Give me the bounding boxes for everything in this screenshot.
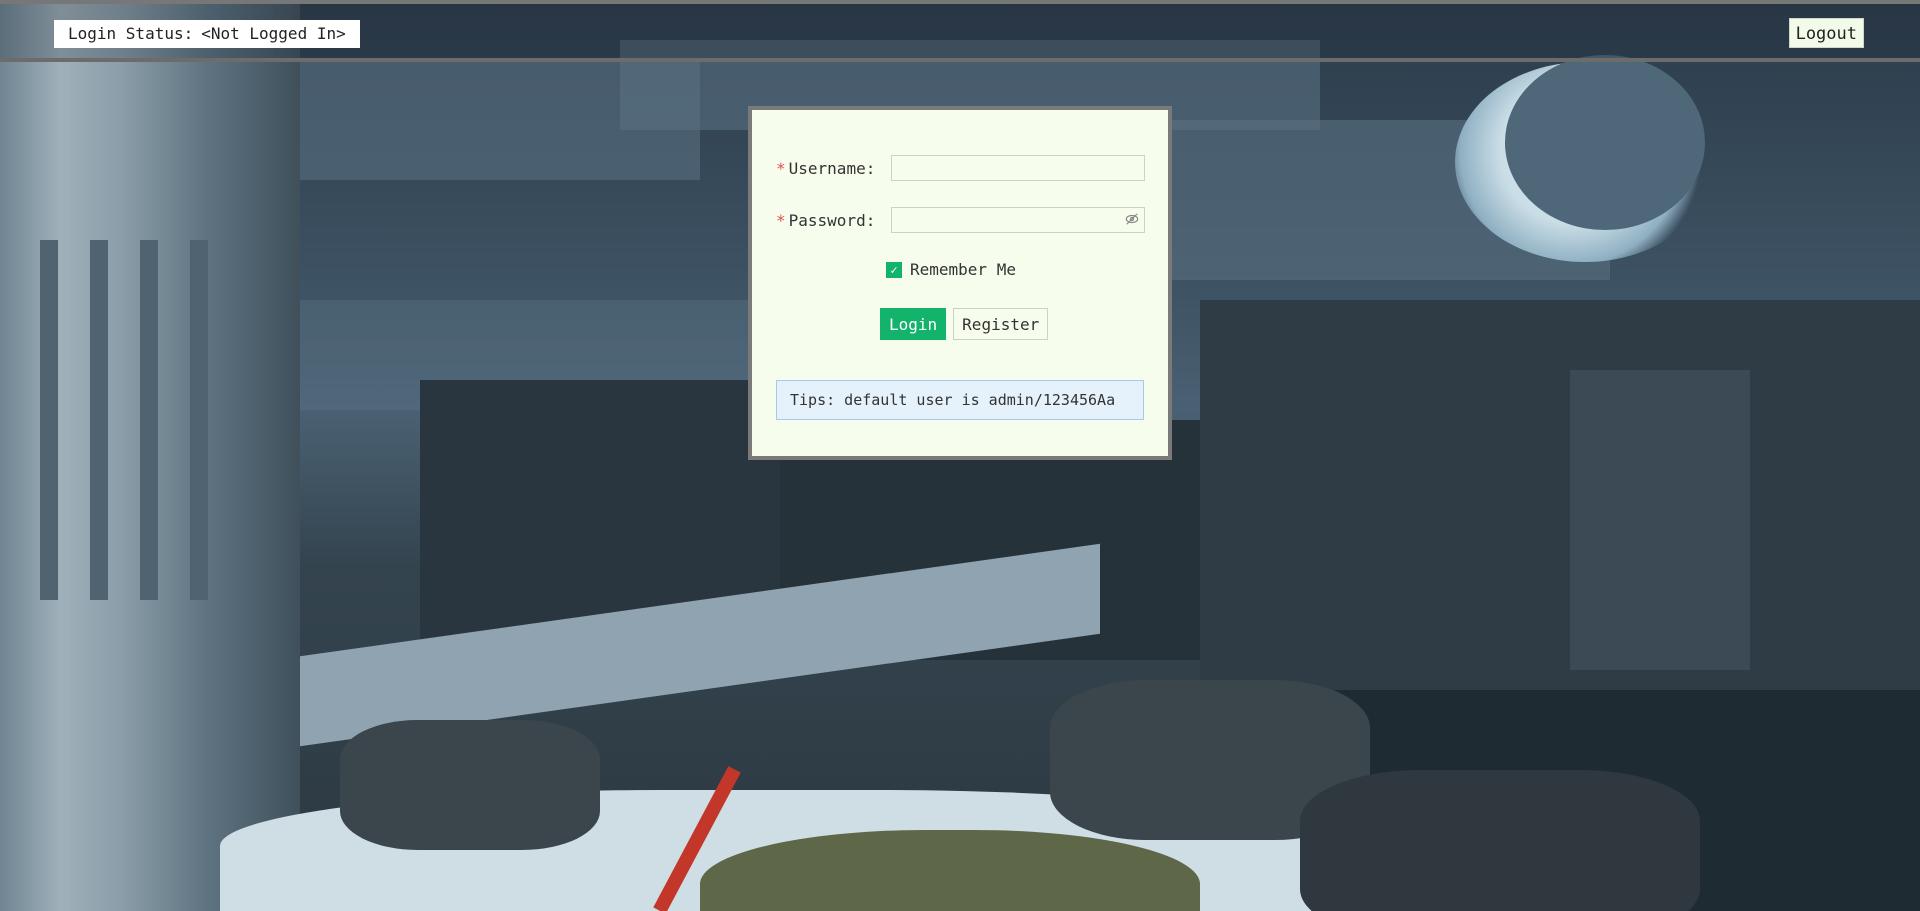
tower-column bbox=[90, 240, 108, 600]
rocks bbox=[340, 720, 600, 850]
password-field-wrap bbox=[890, 207, 1145, 233]
remember-label[interactable]: Remember Me bbox=[910, 260, 1016, 279]
password-input[interactable] bbox=[890, 207, 1145, 233]
eye-slash-icon[interactable] bbox=[1125, 212, 1139, 226]
check-icon: ✓ bbox=[890, 262, 898, 277]
required-marker: * bbox=[776, 210, 786, 230]
logout-button[interactable]: Logout bbox=[1788, 18, 1864, 48]
remember-me[interactable]: ✓ Remember Me bbox=[886, 260, 1016, 279]
tower-column bbox=[190, 240, 208, 600]
city-buildings bbox=[1200, 300, 1920, 700]
password-label: Password: bbox=[788, 210, 876, 230]
tower-column bbox=[40, 240, 58, 600]
remember-checkbox[interactable]: ✓ bbox=[886, 261, 902, 278]
tips-alert: Tips: default user is admin/123456Aa bbox=[776, 380, 1144, 420]
login-status-value: <Not Logged In> bbox=[201, 24, 346, 43]
moon-shadow bbox=[1505, 55, 1705, 230]
username-input[interactable] bbox=[890, 155, 1145, 181]
top-bar: Login Status: <Not Logged In> Logout bbox=[0, 0, 1920, 62]
rocks bbox=[1300, 770, 1700, 911]
register-button[interactable]: Register bbox=[953, 308, 1049, 340]
password-row: * Password: bbox=[776, 206, 1145, 234]
username-label: Username: bbox=[788, 158, 876, 178]
login-status-label: Login Status: bbox=[68, 24, 194, 43]
username-row: * Username: bbox=[776, 154, 1145, 182]
login-status: Login Status: <Not Logged In> bbox=[54, 20, 360, 48]
form-buttons: Login Register bbox=[880, 308, 1049, 340]
manor bbox=[1570, 370, 1750, 670]
login-panel: * Username: * Password: ✓ Remember Me Lo… bbox=[748, 106, 1172, 460]
login-button[interactable]: Login bbox=[880, 308, 947, 340]
tower-column bbox=[140, 240, 158, 600]
left-tower bbox=[0, 0, 300, 911]
required-marker: * bbox=[776, 158, 786, 178]
